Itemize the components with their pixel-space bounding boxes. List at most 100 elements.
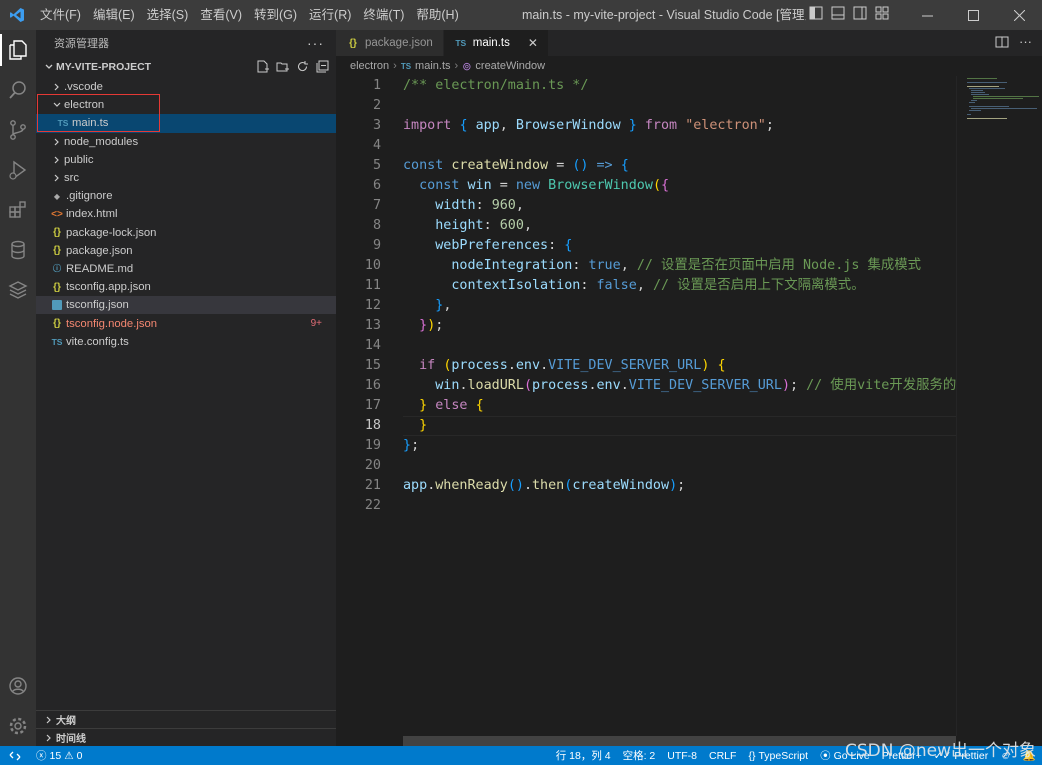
tab-package-json[interactable]: {} package.json: [336, 30, 444, 56]
customize-layout-icon[interactable]: [874, 5, 890, 21]
problems-indicator[interactable]: ⓧ 15 ⚠ 0: [30, 746, 88, 765]
menu-file[interactable]: 文件(F): [34, 0, 87, 30]
tree-item-tsconfig-json[interactable]: tsconfig.json: [36, 296, 336, 315]
error-count: 15: [49, 749, 62, 762]
source-control-icon[interactable]: [0, 110, 36, 150]
tree-item-tsconfig-app-json[interactable]: {} tsconfig.app.json: [36, 278, 336, 296]
breadcrumb-file[interactable]: main.ts: [415, 60, 450, 72]
problems-badge: 9+: [310, 318, 322, 330]
tree-item-public[interactable]: public: [36, 151, 336, 169]
tab-main-ts[interactable]: TS main.ts ✕: [443, 30, 549, 56]
tree-item-label: package.json: [66, 244, 133, 257]
tree-item-label: electron: [64, 99, 105, 112]
extensions-icon[interactable]: [0, 190, 36, 230]
json-file-icon: {}: [349, 37, 357, 49]
tree-item-tsconfig-node-json[interactable]: {} tsconfig.node.json 9+: [36, 314, 336, 332]
code-line: 1/** electron/main.ts */: [372, 78, 589, 93]
code-line: 2: [372, 98, 381, 113]
more-actions-icon[interactable]: ···: [1019, 35, 1032, 52]
outline-section[interactable]: 大纲: [36, 710, 336, 728]
json-file-icon: {}: [53, 227, 61, 239]
breadcrumb-symbol[interactable]: createWindow: [475, 60, 545, 72]
menu-view[interactable]: 查看(V): [194, 0, 248, 30]
toggle-panel-icon[interactable]: [830, 5, 846, 21]
tree-item-package-lock-json[interactable]: {} package-lock.json: [36, 224, 336, 242]
tree-item-label: tsconfig.node.json: [66, 317, 158, 330]
tree-item-label: index.html: [66, 208, 118, 221]
indentation[interactable]: 空格: 2: [617, 746, 662, 765]
menu-bar: 文件(F) 编辑(E) 选择(S) 查看(V) 转到(G) 运行(R) 终端(T…: [34, 0, 465, 30]
timeline-section[interactable]: 时间线: [36, 728, 336, 746]
menu-go[interactable]: 转到(G): [248, 0, 303, 30]
code-line-current: 18 }: [336, 416, 1042, 436]
code-line: 21 app.whenReady().then(createWindow);: [364, 478, 686, 493]
typescript-file-icon: TS: [400, 61, 412, 71]
new-file-icon[interactable]: [255, 59, 270, 74]
toggle-sidebar-icon[interactable]: [808, 5, 824, 21]
menu-terminal[interactable]: 终端(T): [357, 0, 410, 30]
chevron-right-icon: [50, 173, 64, 183]
symbol-method-icon: ⊚: [462, 60, 472, 73]
language-mode[interactable]: {} TypeScript: [742, 746, 814, 765]
json-file-icon: {}: [53, 281, 61, 293]
explorer-icon[interactable]: [0, 30, 36, 70]
chevron-right-icon: [42, 733, 56, 743]
tree-item-index-html[interactable]: <> index.html: [36, 205, 336, 223]
remote-indicator-icon[interactable]: [0, 746, 30, 765]
json-file-icon: {}: [53, 318, 61, 330]
tree-item-readme[interactable]: ⓘ README.md: [36, 260, 336, 278]
menu-run[interactable]: 运行(R): [303, 0, 357, 30]
title-bar: 文件(F) 编辑(E) 选择(S) 查看(V) 转到(G) 运行(R) 终端(T…: [0, 0, 1042, 30]
menu-selection[interactable]: 选择(S): [141, 0, 195, 30]
typescript-file-icon: TS: [51, 336, 63, 347]
layers-icon[interactable]: [0, 270, 36, 310]
code-line: 11 contextIsolation: false, // 设置是否启用上下文…: [364, 278, 865, 293]
database-icon[interactable]: [0, 230, 36, 270]
code-line: 4: [372, 138, 381, 153]
project-section-header[interactable]: MY-VITE-PROJECT: [36, 56, 336, 78]
run-debug-icon[interactable]: [0, 150, 36, 190]
tree-item-package-json[interactable]: {} package.json: [36, 242, 336, 260]
tree-item-src[interactable]: src: [36, 169, 336, 187]
code-editor[interactable]: 1/** electron/main.ts */ 2 3 import { app…: [336, 76, 1042, 516]
tree-item-node-modules[interactable]: node_modules: [36, 133, 336, 151]
new-folder-icon[interactable]: [275, 59, 290, 74]
more-actions-button[interactable]: ···: [307, 35, 324, 51]
tree-item-vscode[interactable]: .vscode: [36, 78, 336, 96]
toggle-secondary-sidebar-icon[interactable]: [852, 5, 868, 21]
maximize-button[interactable]: [950, 0, 996, 30]
close-button[interactable]: [996, 0, 1042, 30]
close-tab-icon[interactable]: ✕: [528, 36, 538, 50]
end-of-line[interactable]: CRLF: [703, 746, 742, 765]
minimap[interactable]: [956, 76, 1042, 736]
menu-help[interactable]: 帮助(H): [410, 0, 464, 30]
split-editor-icon[interactable]: [995, 35, 1009, 52]
braces-icon: {}: [748, 749, 756, 762]
code-line: 5 const createWindow = () => {: [372, 158, 629, 173]
tree-item-gitignore[interactable]: ◆ .gitignore: [36, 187, 336, 205]
refresh-icon[interactable]: [295, 59, 310, 74]
collapse-all-icon[interactable]: [315, 59, 330, 74]
code-line: 7 width: 960,: [372, 198, 524, 213]
tree-item-electron[interactable]: electron: [36, 96, 336, 114]
account-icon[interactable]: [0, 666, 36, 706]
tree-item-label: public: [64, 153, 94, 166]
tree-item-label: node_modules: [64, 135, 139, 148]
cursor-position[interactable]: 行 18，列 4: [550, 746, 617, 765]
tree-item-label: package-lock.json: [66, 226, 157, 239]
encoding[interactable]: UTF-8: [661, 746, 703, 765]
menu-edit[interactable]: 编辑(E): [87, 0, 141, 30]
window-controls: [904, 0, 1042, 30]
activity-bar: [0, 30, 36, 746]
chevron-right-icon: [50, 137, 64, 147]
search-icon[interactable]: [0, 70, 36, 110]
breadcrumb-folder[interactable]: electron: [350, 60, 389, 72]
code-line: 14: [364, 338, 381, 353]
tree-item-main-ts[interactable]: TS main.ts: [36, 114, 336, 133]
settings-gear-icon[interactable]: [0, 706, 36, 746]
code-line: 22: [364, 498, 381, 513]
code-line: 6 const win = new BrowserWindow({: [372, 178, 670, 193]
language-label: TypeScript: [758, 749, 809, 762]
tree-item-vite-config-ts[interactable]: TS vite.config.ts: [36, 333, 336, 351]
minimize-button[interactable]: [904, 0, 950, 30]
